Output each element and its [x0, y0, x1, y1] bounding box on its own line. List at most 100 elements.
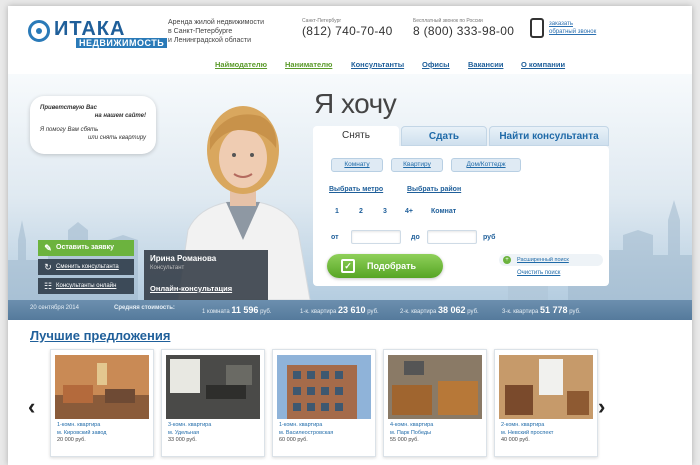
- side-actions: ✎ Оставить заявку ↻ Сменить консультанта…: [38, 240, 134, 297]
- phone-russia: Бесплатный звонок по России 8 (800) 333-…: [413, 18, 514, 38]
- want-heading: Я хочу: [314, 88, 397, 119]
- offer-photo: [166, 355, 260, 419]
- consultant-role: Консультант: [150, 265, 185, 271]
- chip-apartment[interactable]: Квартиру: [391, 158, 443, 172]
- nav-item-about[interactable]: О компании: [521, 60, 565, 69]
- offer-info: 4-комн. квартира м. Парк Победы 55 000 р…: [390, 422, 484, 445]
- phone-russia-number: 8 (800) 333-98-00: [413, 24, 515, 38]
- people-icon: ☷: [43, 281, 53, 291]
- best-offers-title[interactable]: Лучшие предложения: [30, 328, 170, 343]
- tagline-line: и Ленинградской области: [168, 37, 251, 44]
- nav-item-tenant[interactable]: Нанимателю: [285, 60, 332, 69]
- chevron-right-icon[interactable]: ›: [598, 394, 605, 420]
- stat-unit: руб.: [260, 309, 272, 315]
- offer-card[interactable]: 3-комн. квартира м. Удельная 33 000 руб.: [161, 349, 265, 457]
- stat-room: 1 комната 11 596 руб.: [202, 305, 272, 315]
- chip-house[interactable]: Дом/Коттедж: [451, 158, 521, 172]
- greeting-bubble: Приветствую Вас на нашем сайте! Я помогу…: [30, 96, 156, 154]
- rooms-option-3[interactable]: 3: [383, 208, 387, 215]
- stat-3room: 3-к. квартира 51 778 руб.: [502, 305, 581, 315]
- stat-value: 23 610: [338, 305, 366, 315]
- offer-location: м. Парк Победы: [390, 429, 432, 436]
- consultant-name: Ирина Романова: [150, 254, 217, 263]
- phone-spb-number: (812) 740-70-40: [302, 24, 393, 38]
- nav-item-landlord[interactable]: Наймодателю: [215, 60, 267, 69]
- plus-icon: +: [503, 256, 511, 264]
- offer-location: м. Кировский завод: [57, 429, 107, 436]
- leave-request-label: Оставить заявку: [56, 244, 115, 251]
- clear-search-link[interactable]: Очистить поиск: [517, 270, 560, 276]
- offer-price: 20 000 руб.: [57, 437, 86, 443]
- tab-rent[interactable]: Снять: [313, 126, 399, 146]
- rooms-option-4plus[interactable]: 4+: [405, 208, 413, 215]
- callback-line: обратный звонок: [549, 29, 597, 35]
- nav-item-consultants[interactable]: Консультанты: [351, 60, 404, 69]
- callback-link[interactable]: заказать обратный звонок: [549, 20, 629, 36]
- rooms-option-1[interactable]: 1: [335, 208, 339, 215]
- offer-card[interactable]: 2-комн. квартира м. Невский проспект 40 …: [494, 349, 598, 457]
- greeting-line: Приветствую Вас: [40, 105, 97, 111]
- tab-let[interactable]: Сдать: [401, 126, 487, 146]
- stat-2room: 2-к. квартира 38 062 руб.: [400, 305, 479, 315]
- rooms-label: Комнат: [431, 208, 457, 215]
- currency-label: руб: [483, 234, 496, 241]
- chevron-left-icon[interactable]: ‹: [28, 394, 35, 420]
- pencil-icon: ✎: [44, 243, 52, 253]
- callback-line: заказать: [549, 21, 573, 27]
- logo-subtitle: НЕДВИЖИМОСТЬ: [76, 38, 168, 48]
- stat-unit: руб.: [467, 309, 479, 315]
- offer-type: 3-комн. квартира: [168, 422, 212, 428]
- price-from-label: от: [331, 234, 339, 241]
- hero-section: Приветствую Вас на нашем сайте! Я помогу…: [8, 74, 692, 300]
- offer-photo: [55, 355, 149, 419]
- stat-unit: руб.: [367, 309, 379, 315]
- stat-label: 1-к. квартира: [300, 309, 337, 315]
- search-panel: Снять Сдать Найти консультанта Комнату К…: [313, 126, 609, 286]
- change-consultant-button[interactable]: ↻ Сменить консультанта: [38, 259, 134, 275]
- choose-district-link[interactable]: Выбрать район: [407, 186, 461, 193]
- stat-value: 38 062: [438, 305, 466, 315]
- offer-info: 1-комн. квартира м. Кировский завод 20 0…: [57, 422, 151, 445]
- offer-location: м. Удельная: [168, 429, 200, 436]
- tagline-line: в Санкт-Петербурге: [168, 28, 233, 35]
- price-to-input[interactable]: [427, 230, 477, 244]
- nav-item-offices[interactable]: Офисы: [422, 60, 450, 69]
- offer-photo: [499, 355, 593, 419]
- header: ИТАКА НЕДВИЖИМОСТЬ Аренда жилой недвижим…: [8, 6, 692, 56]
- page-frame: ИТАКА НЕДВИЖИМОСТЬ Аренда жилой недвижим…: [8, 6, 692, 465]
- advanced-search-link[interactable]: + Расширенный поиск: [499, 254, 603, 266]
- stat-label: 3-к. квартира: [502, 309, 539, 315]
- stat-1room: 1-к. квартира 23 610 руб.: [300, 305, 379, 315]
- offer-card[interactable]: 1-комн. квартира м. Кировский завод 20 0…: [50, 349, 154, 457]
- greeting-line: на нашем сайте!: [94, 113, 146, 119]
- offer-photo: [388, 355, 482, 419]
- offer-price: 33 000 руб.: [168, 437, 197, 443]
- logo-mark-icon: [28, 20, 50, 42]
- offer-price: 55 000 руб.: [390, 437, 419, 443]
- online-consultation-link[interactable]: Онлайн-консультация: [150, 284, 232, 293]
- offer-type: 1-комн. квартира: [279, 422, 323, 428]
- find-button-label: Подобрать: [367, 261, 417, 271]
- price-from-input[interactable]: [351, 230, 401, 244]
- phone-icon[interactable]: [530, 18, 544, 38]
- consultants-online-label: Консультанты онлайн: [56, 283, 117, 289]
- choose-metro-link[interactable]: Выбрать метро: [329, 186, 383, 193]
- greeting-line: или снять квартиру: [87, 135, 146, 141]
- advanced-search-label: Расширенный поиск: [517, 257, 569, 263]
- nav-item-vacancies[interactable]: Вакансии: [468, 60, 503, 69]
- tab-find-consultant[interactable]: Найти консультанта: [489, 126, 609, 146]
- leave-request-button[interactable]: ✎ Оставить заявку: [38, 240, 134, 256]
- offer-card[interactable]: 1-комн. квартира м. Василеостровская 60 …: [272, 349, 376, 457]
- consultants-online-button[interactable]: ☷ Консультанты онлайн: [38, 278, 134, 294]
- offer-card[interactable]: 4-комн. квартира м. Парк Победы 55 000 р…: [383, 349, 487, 457]
- stat-label: 2-к. квартира: [400, 309, 437, 315]
- find-button[interactable]: ✓ Подобрать: [327, 254, 443, 278]
- stats-label: Средняя стоимость:: [114, 305, 175, 311]
- offer-info: 1-комн. квартира м. Василеостровская 60 …: [279, 422, 373, 445]
- stat-unit: руб.: [569, 309, 581, 315]
- offer-location: м. Невский проспект: [501, 429, 554, 436]
- chip-room[interactable]: Комнату: [331, 158, 383, 172]
- tagline: Аренда жилой недвижимости в Санкт-Петерб…: [168, 18, 288, 45]
- refresh-icon: ↻: [44, 262, 52, 272]
- rooms-option-2[interactable]: 2: [359, 208, 363, 215]
